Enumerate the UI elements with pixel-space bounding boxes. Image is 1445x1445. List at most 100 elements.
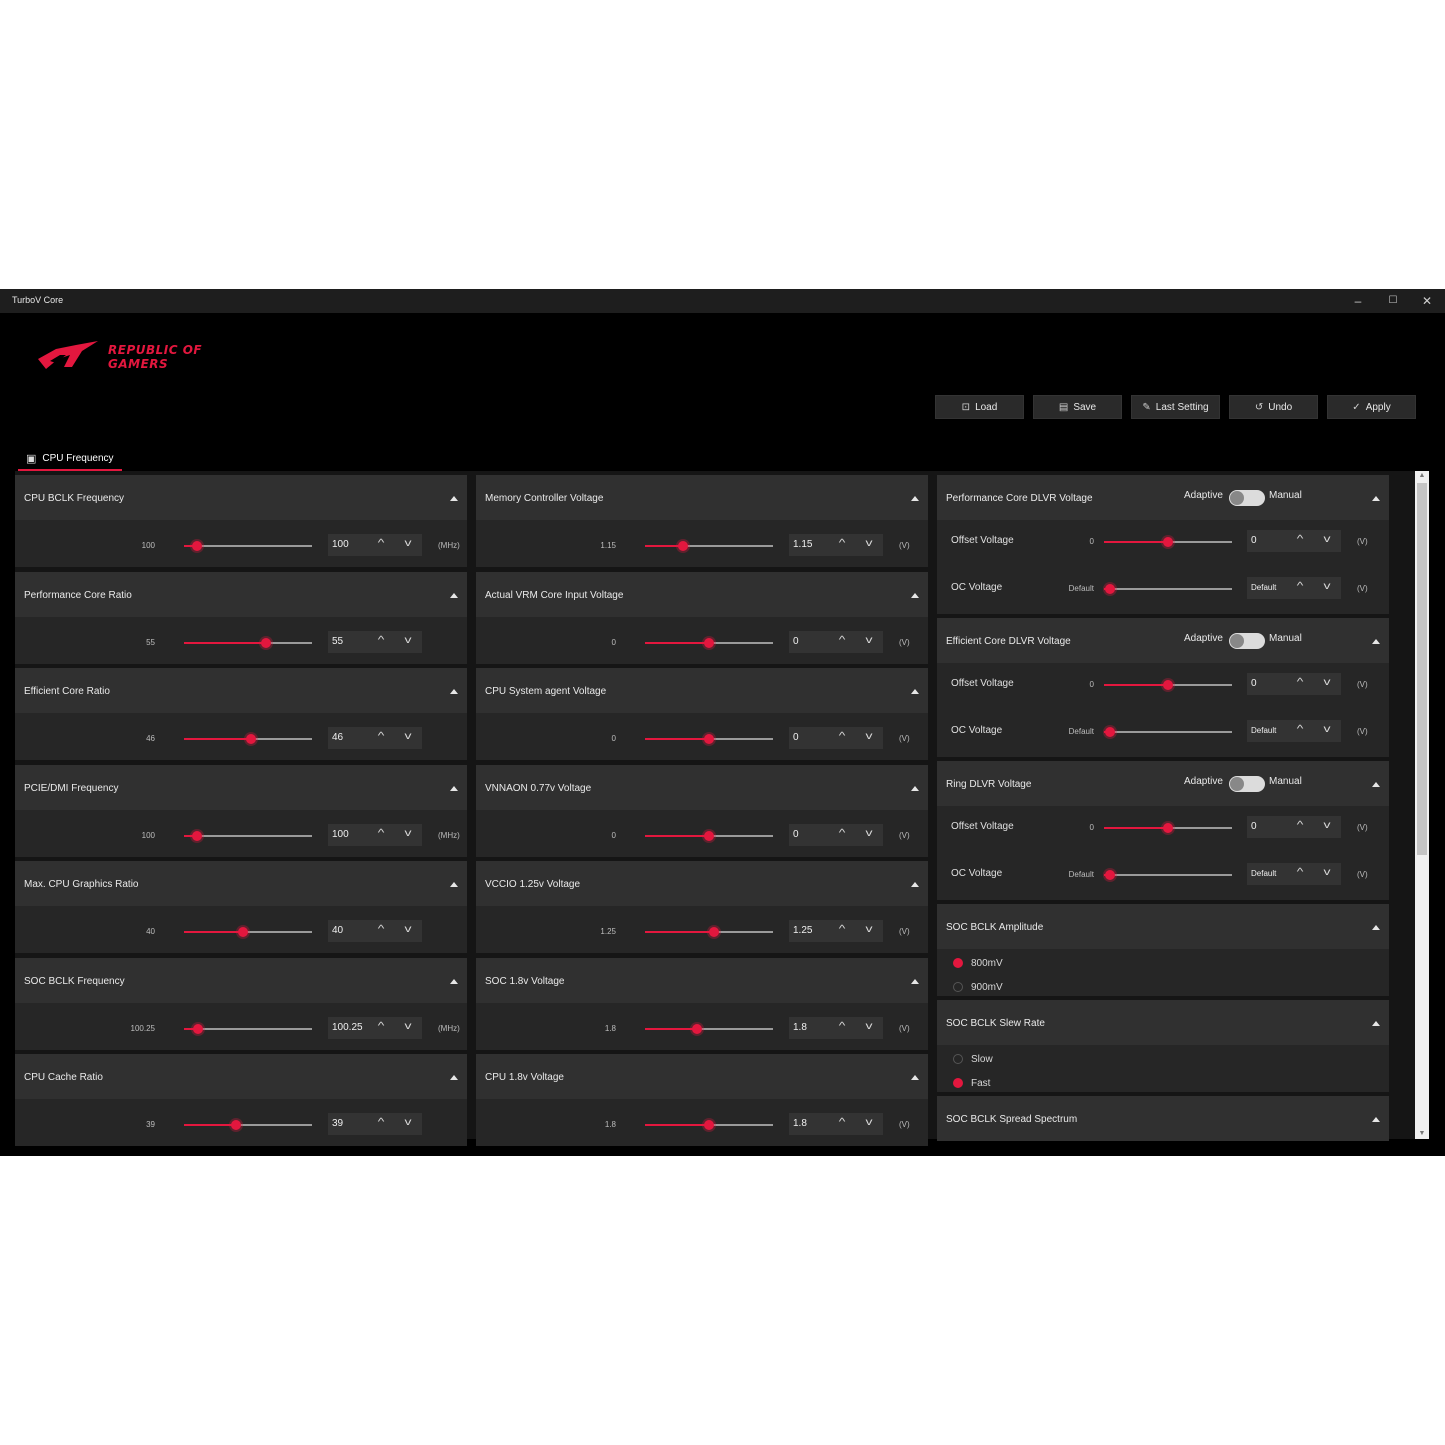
mode-toggle[interactable] <box>1229 490 1265 506</box>
chevron-down-icon[interactable]: v <box>1317 533 1337 547</box>
value-stepper[interactable]: 0 ^ v <box>789 630 883 653</box>
value-input[interactable]: 100.25 <box>332 1022 363 1033</box>
collapse-arrow-icon[interactable] <box>911 496 919 501</box>
value-stepper[interactable]: 100 ^ v <box>328 823 422 846</box>
slider-knob[interactable] <box>191 830 202 841</box>
value-slider[interactable] <box>184 1120 312 1130</box>
chevron-up-icon[interactable]: ^ <box>371 1020 391 1034</box>
chevron-up-icon[interactable]: ^ <box>371 537 391 551</box>
mode-toggle[interactable] <box>1229 776 1265 792</box>
value-stepper[interactable]: 100 ^ v <box>328 534 422 556</box>
chevron-down-icon[interactable]: v <box>1317 723 1337 737</box>
value-input[interactable]: 1.8 <box>793 1118 807 1129</box>
collapse-arrow-icon[interactable] <box>450 496 458 501</box>
collapse-arrow-icon[interactable] <box>1372 1117 1380 1122</box>
value-stepper[interactable]: 0 ^ v <box>1247 816 1341 838</box>
chevron-down-icon[interactable]: v <box>398 923 418 937</box>
slider-knob[interactable] <box>692 1023 703 1034</box>
toolbar-button-save[interactable]: ▤ Save <box>1033 395 1122 419</box>
slider-knob[interactable] <box>678 541 689 551</box>
radio-option[interactable]: Fast <box>953 1078 990 1089</box>
chevron-up-icon[interactable]: ^ <box>371 827 391 841</box>
value-input[interactable]: 0 <box>793 732 799 743</box>
radio-option[interactable]: 900mV <box>953 982 1003 993</box>
slider-knob[interactable] <box>193 1023 204 1034</box>
value-slider[interactable] <box>184 927 312 937</box>
slider-knob[interactable] <box>704 734 714 744</box>
value-input[interactable]: 1.25 <box>793 925 812 936</box>
chevron-up-icon[interactable]: ^ <box>832 1116 852 1130</box>
chevron-up-icon[interactable]: ^ <box>371 1116 391 1130</box>
collapse-arrow-icon[interactable] <box>1372 496 1380 501</box>
collapse-arrow-icon[interactable] <box>911 882 919 887</box>
slider-knob[interactable] <box>1163 537 1173 547</box>
toolbar-button-undo[interactable]: ↺ Undo <box>1229 395 1318 419</box>
value-input[interactable]: 0 <box>793 636 799 647</box>
chevron-down-icon[interactable]: v <box>859 730 879 744</box>
collapse-arrow-icon[interactable] <box>911 785 919 791</box>
collapse-arrow-icon[interactable] <box>911 592 919 598</box>
chevron-down-icon[interactable]: v <box>398 1116 418 1130</box>
value-stepper[interactable]: 1.15 ^ v <box>789 534 883 556</box>
collapse-arrow-icon[interactable] <box>1372 925 1380 930</box>
slider-knob[interactable] <box>191 541 202 551</box>
chevron-up-icon[interactable]: ^ <box>1290 723 1310 737</box>
chevron-up-icon[interactable]: ^ <box>1290 866 1310 880</box>
chevron-up-icon[interactable]: ^ <box>1290 676 1310 690</box>
value-input[interactable]: 40 <box>332 925 343 936</box>
chevron-up-icon[interactable]: ^ <box>1290 533 1310 547</box>
value-stepper[interactable]: 100.25 ^ v <box>328 1016 422 1039</box>
value-slider[interactable] <box>1104 727 1232 737</box>
minimize-button[interactable]: – <box>1343 291 1373 311</box>
value-input[interactable]: 100 <box>332 539 349 550</box>
value-slider[interactable] <box>184 637 312 648</box>
chevron-down-icon[interactable]: v <box>398 537 418 551</box>
value-slider[interactable] <box>184 1023 312 1034</box>
value-slider[interactable] <box>645 1023 773 1034</box>
value-stepper[interactable]: 40 ^ v <box>328 920 422 942</box>
value-stepper[interactable]: 39 ^ v <box>328 1113 422 1135</box>
slider-knob[interactable] <box>237 927 248 937</box>
chevron-down-icon[interactable]: v <box>398 730 418 744</box>
chevron-down-icon[interactable]: v <box>859 537 879 551</box>
value-input[interactable]: Default <box>1251 583 1276 592</box>
value-input[interactable]: 0 <box>1251 535 1257 546</box>
maximize-button[interactable]: ☐ <box>1378 291 1408 311</box>
slider-knob[interactable] <box>1105 584 1116 594</box>
chevron-up-icon[interactable]: ^ <box>371 923 391 937</box>
value-slider[interactable] <box>184 734 312 744</box>
value-stepper[interactable]: 0 ^ v <box>789 727 883 749</box>
tab-cpu-frequency[interactable]: ▣ CPU Frequency <box>18 446 122 470</box>
slider-knob[interactable] <box>231 1120 242 1130</box>
collapse-arrow-icon[interactable] <box>450 785 458 791</box>
value-stepper[interactable]: Default ^ v <box>1247 577 1341 599</box>
chevron-down-icon[interactable]: v <box>398 1020 418 1034</box>
value-slider[interactable] <box>1104 537 1232 547</box>
collapse-arrow-icon[interactable] <box>450 978 458 984</box>
value-input[interactable]: 55 <box>332 636 343 647</box>
chevron-up-icon[interactable]: ^ <box>832 537 852 551</box>
slider-knob[interactable] <box>1105 727 1116 737</box>
value-input[interactable]: 100 <box>332 829 349 840</box>
value-slider[interactable] <box>184 541 312 551</box>
radio-option[interactable]: 800mV <box>953 958 1003 969</box>
chevron-up-icon[interactable]: ^ <box>832 634 852 648</box>
collapse-arrow-icon[interactable] <box>1372 1021 1380 1026</box>
value-stepper[interactable]: 0 ^ v <box>1247 673 1341 695</box>
value-slider[interactable] <box>1104 823 1232 833</box>
radio-option[interactable]: Slow <box>953 1054 993 1065</box>
toolbar-button-apply[interactable]: ✓ Apply <box>1327 395 1416 419</box>
value-slider[interactable] <box>1104 870 1232 880</box>
collapse-arrow-icon[interactable] <box>450 689 458 694</box>
chevron-down-icon[interactable]: v <box>859 923 879 937</box>
value-input[interactable]: 1.8 <box>793 1022 807 1033</box>
mode-toggle[interactable] <box>1229 633 1265 649</box>
toolbar-button-last-setting[interactable]: ✎ Last Setting <box>1131 395 1220 419</box>
toolbar-button-load[interactable]: ⊡ Load <box>935 395 1024 419</box>
chevron-down-icon[interactable]: v <box>1317 580 1337 594</box>
value-input[interactable]: 46 <box>332 732 343 743</box>
value-slider[interactable] <box>645 734 773 744</box>
chevron-up-icon[interactable]: ^ <box>832 1020 852 1034</box>
value-input[interactable]: 0 <box>1251 821 1257 832</box>
chevron-up-icon[interactable]: ^ <box>1290 819 1310 833</box>
